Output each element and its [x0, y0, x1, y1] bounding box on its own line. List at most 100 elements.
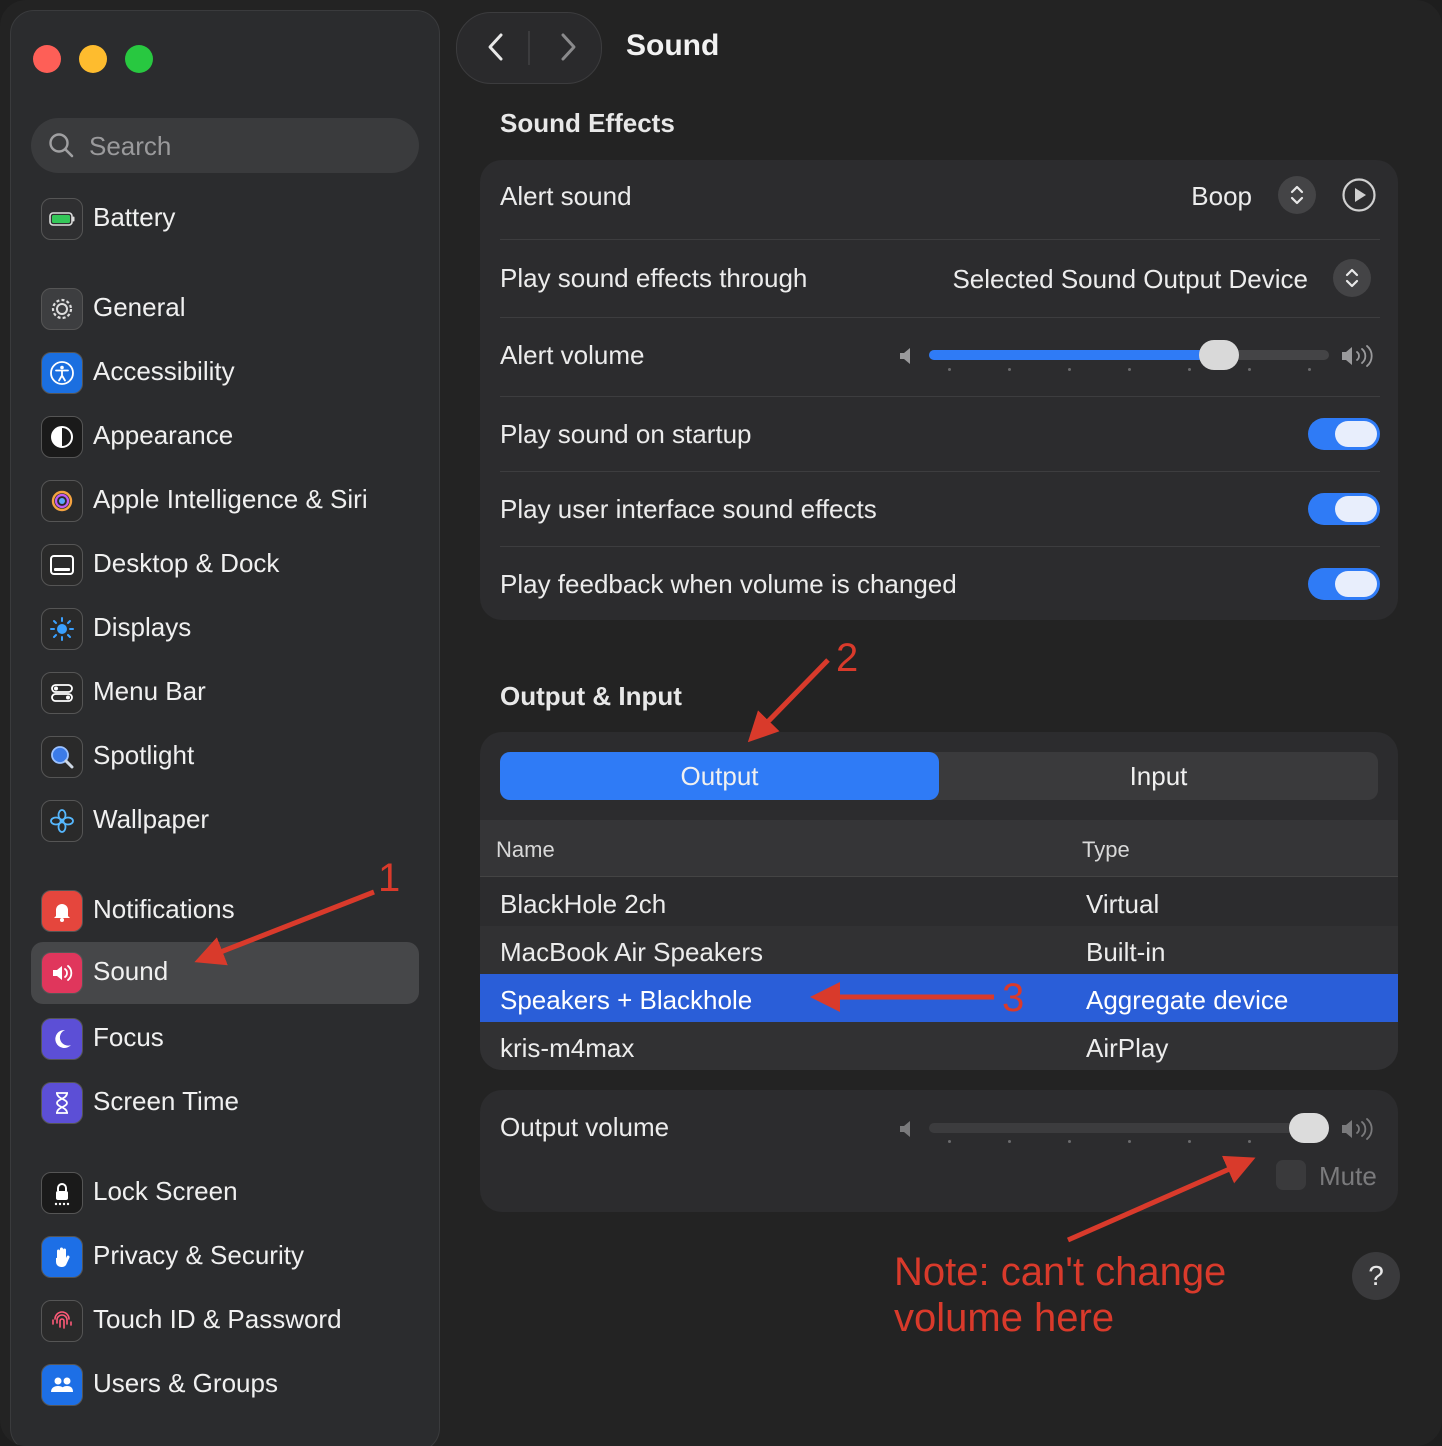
search-field[interactable]	[31, 118, 419, 173]
sidebar-item-battery[interactable]: Battery	[31, 188, 419, 250]
sidebar-item-accessibility[interactable]: Accessibility	[31, 342, 419, 404]
magnifier-icon	[41, 736, 83, 778]
sidebar-item-label: Battery	[93, 202, 176, 232]
row-divider	[500, 471, 1380, 472]
slider-tick	[1008, 368, 1011, 371]
back-icon[interactable]	[477, 27, 517, 67]
sound-effects-panel: Alert sound Boop Play sound effects thro…	[480, 160, 1398, 620]
table-row[interactable]: BlackHole 2ch Virtual	[480, 878, 1398, 926]
help-button[interactable]: ?	[1352, 1252, 1400, 1300]
sidebar-item-apple-intelligence-siri[interactable]: Apple Intelligence & Siri	[31, 470, 419, 532]
sidebar-item-users-groups[interactable]: Users & Groups	[31, 1354, 419, 1416]
slider-tick	[1128, 1140, 1131, 1143]
accessibility-icon	[41, 352, 83, 394]
hourglass-icon	[41, 1082, 83, 1124]
flower-icon	[41, 800, 83, 842]
play-alert-icon[interactable]	[1341, 177, 1377, 213]
close-window-button[interactable]	[33, 45, 61, 73]
alert-sound-label: Alert sound	[500, 181, 632, 211]
tab-output[interactable]: Output	[500, 752, 939, 800]
sidebar-item-sound[interactable]: Sound	[31, 942, 419, 1004]
row-divider	[500, 396, 1380, 397]
forward-icon[interactable]	[547, 27, 587, 67]
tab-input[interactable]: Input	[939, 752, 1378, 800]
alert-sound-value[interactable]: Boop	[1191, 181, 1252, 212]
sidebar-item-screen-time[interactable]: Screen Time	[31, 1072, 419, 1134]
sidebar-item-general[interactable]: General	[31, 278, 419, 340]
device-table-header: Name Type	[480, 820, 1398, 877]
zoom-window-button[interactable]	[125, 45, 153, 73]
play-through-popup-button[interactable]	[1333, 259, 1371, 297]
sidebar-item-spotlight[interactable]: Spotlight	[31, 726, 419, 788]
slider-tick	[1008, 1140, 1011, 1143]
output-volume-panel: Output volume Mute	[480, 1090, 1398, 1212]
sidebar-item-label: General	[93, 292, 186, 322]
column-header-name[interactable]: Name	[496, 837, 555, 863]
annotation-step-2: 2	[836, 636, 859, 680]
annotation-step-1: 1	[378, 856, 401, 900]
sidebar-item-wallpaper[interactable]: Wallpaper	[31, 790, 419, 852]
toggle-knob	[1335, 421, 1377, 447]
sidebar-item-menu-bar[interactable]: Menu Bar	[31, 662, 419, 724]
mute-checkbox[interactable]	[1276, 1160, 1306, 1190]
chevron-up-down-icon	[1345, 268, 1359, 288]
ui-effects-label: Play user interface sound effects	[500, 494, 877, 524]
alert-volume-label: Alert volume	[500, 340, 645, 370]
column-header-type[interactable]: Type	[1082, 837, 1130, 863]
slider-tick	[1068, 1140, 1071, 1143]
output-volume-slider[interactable]	[929, 1123, 1329, 1133]
slider-tick	[1068, 368, 1071, 371]
sidebar-item-focus[interactable]: Focus	[31, 1008, 419, 1070]
ui-effects-toggle[interactable]	[1308, 493, 1380, 525]
slider-tick	[1308, 368, 1311, 371]
device-type: Aggregate device	[1086, 985, 1289, 1015]
output-input-panel: Output Input Name Type BlackHole 2ch Vir…	[480, 732, 1398, 1070]
sidebar: Battery General Accessibility Appearance	[10, 10, 440, 1446]
chevron-up-down-icon	[1290, 185, 1304, 205]
device-type: AirPlay	[1086, 1033, 1169, 1063]
volume-low-icon	[900, 1121, 910, 1137]
sidebar-item-notifications[interactable]: Notifications	[31, 880, 419, 942]
gear-icon	[41, 288, 83, 330]
page-title: Sound	[626, 29, 720, 62]
sidebar-item-appearance[interactable]: Appearance	[31, 406, 419, 468]
sidebar-item-label: Apple Intelligence & Siri	[93, 484, 368, 514]
alert-volume-knob[interactable]	[1199, 340, 1239, 370]
alert-volume-slider[interactable]	[929, 350, 1329, 360]
device-name: MacBook Air Speakers	[500, 937, 764, 967]
minimize-window-button[interactable]	[79, 45, 107, 73]
sidebar-item-label: Desktop & Dock	[93, 548, 280, 578]
navigation-controls	[456, 12, 602, 84]
siri-icon	[41, 480, 83, 522]
sidebar-item-label: Accessibility	[93, 356, 235, 386]
play-through-value[interactable]: Selected Sound Output Device	[952, 264, 1308, 295]
slider-tick	[948, 368, 951, 371]
volume-high-icon	[1342, 345, 1373, 367]
sidebar-item-label: Notifications	[93, 894, 235, 924]
alert-volume-fill	[929, 350, 1219, 360]
sidebar-item-displays[interactable]: Displays	[31, 598, 419, 660]
row-divider	[500, 239, 1380, 240]
search-input[interactable]	[87, 128, 411, 164]
toggle-knob	[1335, 496, 1377, 522]
sidebar-item-touch-id-password[interactable]: Touch ID & Password	[31, 1290, 419, 1352]
sidebar-item-privacy-security[interactable]: Privacy & Security	[31, 1226, 419, 1288]
output-volume-knob[interactable]	[1289, 1113, 1329, 1143]
sidebar-item-label: Menu Bar	[93, 676, 206, 706]
table-row-selected[interactable]: Speakers + Blackhole Aggregate device	[480, 974, 1398, 1022]
row-divider	[500, 546, 1380, 547]
fingerprint-icon	[41, 1300, 83, 1342]
alert-sound-popup-button[interactable]	[1278, 176, 1316, 214]
sidebar-item-label: Screen Time	[93, 1086, 239, 1116]
sidebar-item-lock-screen[interactable]: Lock Screen	[31, 1162, 419, 1224]
sidebar-item-label: Sound	[93, 956, 169, 986]
table-row[interactable]: kris-m4max AirPlay	[480, 1022, 1398, 1070]
volume-feedback-toggle[interactable]	[1308, 568, 1380, 600]
battery-icon	[41, 198, 83, 240]
sidebar-item-desktop-dock[interactable]: Desktop & Dock	[31, 534, 419, 596]
arrow-step-2	[747, 658, 830, 743]
table-row[interactable]: MacBook Air Speakers Built-in	[480, 926, 1398, 974]
output-input-segmented-control: Output Input	[500, 752, 1378, 800]
startup-sound-toggle[interactable]	[1308, 418, 1380, 450]
sidebar-item-label: Spotlight	[93, 740, 195, 770]
